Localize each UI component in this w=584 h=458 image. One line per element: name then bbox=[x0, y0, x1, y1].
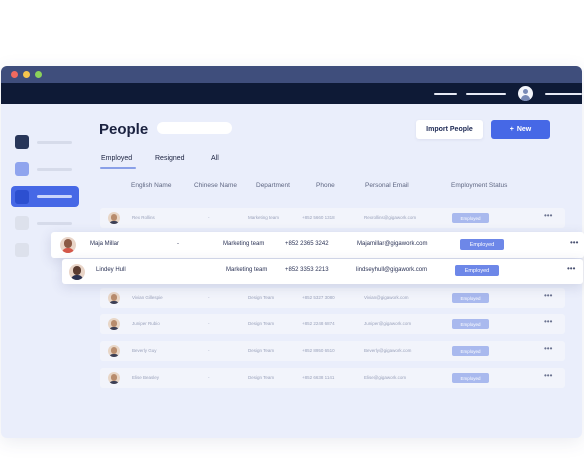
active-tab-underline bbox=[100, 167, 136, 169]
more-options-icon[interactable]: ••• bbox=[544, 371, 552, 380]
col-phone[interactable]: Phone bbox=[316, 182, 335, 189]
tab-employed[interactable]: Employed bbox=[101, 155, 132, 162]
more-options-icon[interactable]: ••• bbox=[544, 291, 552, 300]
new-person-button[interactable]: + New bbox=[491, 120, 550, 139]
top-navigation-bar bbox=[1, 83, 582, 104]
user-avatar-icon[interactable] bbox=[518, 86, 533, 101]
import-people-button[interactable]: Import People bbox=[416, 120, 483, 139]
sidebar-item-1[interactable] bbox=[37, 141, 72, 144]
avatar bbox=[69, 264, 85, 280]
cell-name: Rex Rollins bbox=[132, 215, 155, 220]
minimize-window-dot[interactable] bbox=[23, 71, 30, 78]
close-window-dot[interactable] bbox=[11, 71, 18, 78]
cell-department: Design Team bbox=[248, 295, 275, 300]
highlighted-row-lindey[interactable]: Lindey Hull Marketing team +852 3353 221… bbox=[62, 259, 583, 284]
more-options-icon[interactable]: ••• bbox=[544, 317, 552, 326]
sidebar-item-2-icon[interactable] bbox=[15, 162, 29, 176]
highlighted-row-maja[interactable]: Maja Millar - Marketing team +852 2365 3… bbox=[51, 232, 584, 258]
table-row[interactable]: Beverly Guy - Design Team +852 8950 6510… bbox=[100, 341, 565, 361]
cell-email: Juniper@gigawork.com bbox=[364, 321, 412, 326]
col-personal-email[interactable]: Personal Email bbox=[365, 182, 409, 189]
cell-email: Elise@gigawork.com bbox=[364, 375, 407, 380]
cell-chinese: - bbox=[177, 241, 179, 247]
cell-phone: +852 5660 1318 bbox=[302, 215, 335, 220]
cell-phone: +852 5327 3080 bbox=[302, 295, 335, 300]
table-row[interactable]: Elise Beasley - Design Team +852 6638 11… bbox=[100, 368, 565, 388]
col-department[interactable]: Department bbox=[256, 182, 290, 189]
more-options-icon[interactable]: ••• bbox=[567, 264, 575, 273]
cell-phone: +852 2248 6874 bbox=[302, 321, 335, 326]
status-badge: Employed bbox=[452, 319, 489, 329]
status-badge: Employed bbox=[452, 213, 489, 223]
table-row[interactable]: Juniper Rubio - Design Team +852 2248 68… bbox=[100, 314, 565, 334]
cell-phone: +852 2365 3242 bbox=[285, 241, 329, 247]
col-employment-status[interactable]: Employment Status bbox=[451, 182, 507, 189]
cell-name: Beverly Guy bbox=[132, 348, 157, 353]
cell-email: Rexrollins@gigawork.com bbox=[364, 215, 417, 220]
sidebar-grid-icon[interactable] bbox=[15, 135, 29, 149]
tab-resigned[interactable]: Resigned bbox=[155, 155, 185, 162]
cell-department: Design Team bbox=[248, 348, 275, 353]
avatar bbox=[108, 345, 120, 357]
maximize-window-dot[interactable] bbox=[35, 71, 42, 78]
cell-name: Elise Beasley bbox=[132, 375, 160, 380]
avatar bbox=[108, 372, 120, 384]
cell-phone: +852 6638 1141 bbox=[302, 375, 335, 380]
cell-department: Design Team bbox=[248, 375, 275, 380]
nav-placeholder-1[interactable] bbox=[434, 93, 457, 95]
people-icon bbox=[15, 190, 29, 204]
table-row[interactable]: Vivian Gillespie - Design Team +852 5327… bbox=[100, 288, 565, 308]
sidebar-item-4[interactable] bbox=[37, 222, 72, 225]
status-badge: Employed bbox=[460, 239, 504, 250]
cell-name: Juniper Rubio bbox=[132, 321, 160, 326]
status-badge: Employed bbox=[452, 346, 489, 356]
tab-all[interactable]: All bbox=[211, 155, 219, 162]
cell-email: Vivian@gigawork.com bbox=[364, 295, 409, 300]
col-english-name[interactable]: English Name bbox=[131, 182, 171, 189]
cell-name: Lindey Hull bbox=[96, 267, 126, 273]
avatar bbox=[108, 212, 120, 224]
sidebar-item-people-label bbox=[37, 195, 72, 198]
table-row[interactable]: Rex Rollins - Marketing team +852 5660 1… bbox=[100, 208, 565, 228]
cell-department: Design Team bbox=[248, 321, 275, 326]
sidebar-item-2[interactable] bbox=[37, 168, 72, 171]
cell-chinese: - bbox=[208, 348, 210, 353]
cell-name: Maja Millar bbox=[90, 241, 120, 247]
sidebar-item-4-icon[interactable] bbox=[15, 216, 29, 230]
cell-department: Marketing team bbox=[226, 267, 268, 273]
avatar bbox=[108, 318, 120, 330]
cell-phone: +852 8950 6510 bbox=[302, 348, 335, 353]
more-options-icon[interactable]: ••• bbox=[570, 238, 578, 247]
new-button-label: New bbox=[516, 126, 532, 133]
sidebar-item-5-icon[interactable] bbox=[15, 243, 29, 257]
cell-email: Beverly@gigawork.com bbox=[364, 348, 412, 353]
cell-department: Marketing team bbox=[248, 215, 280, 220]
cell-chinese: - bbox=[208, 375, 210, 380]
window-titlebar bbox=[1, 66, 582, 83]
nav-placeholder-2[interactable] bbox=[466, 93, 506, 95]
cell-email: lindseyhull@gigawork.com bbox=[356, 267, 428, 273]
plus-icon: + bbox=[509, 126, 514, 133]
more-options-icon[interactable]: ••• bbox=[544, 211, 552, 220]
status-badge: Employed bbox=[452, 373, 489, 383]
cell-name: Vivian Gillespie bbox=[132, 295, 163, 300]
avatar bbox=[60, 237, 76, 253]
cell-phone: +852 3353 2213 bbox=[285, 267, 329, 273]
more-options-icon[interactable]: ••• bbox=[544, 344, 552, 353]
cell-email: Majamillar@gigawork.com bbox=[357, 241, 428, 247]
cell-department: Marketing team bbox=[223, 241, 265, 247]
col-chinese-name[interactable]: Chinese Name bbox=[194, 182, 237, 189]
cell-chinese: - bbox=[208, 295, 210, 300]
title-search-pill[interactable] bbox=[157, 122, 232, 134]
status-badge: Employed bbox=[452, 293, 489, 303]
cell-chinese: - bbox=[208, 321, 210, 326]
page-title: People bbox=[99, 121, 149, 138]
cell-chinese: - bbox=[208, 215, 210, 220]
status-badge: Employed bbox=[455, 265, 499, 276]
nav-placeholder-3[interactable] bbox=[545, 93, 582, 95]
avatar bbox=[108, 292, 120, 304]
